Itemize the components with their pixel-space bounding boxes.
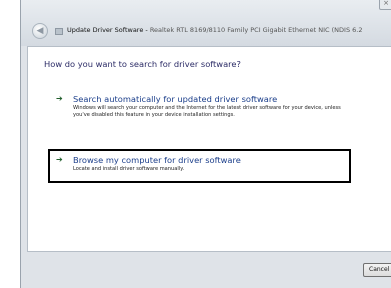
device-manager-icon — [55, 28, 63, 35]
green-arrow-icon: ➔ — [56, 155, 63, 164]
option-description: Windows will search your computer and th… — [73, 105, 341, 118]
option-title: Search automatically for updated driver … — [73, 94, 278, 104]
option-title: Browse my computer for driver software — [73, 155, 241, 165]
update-driver-dialog: ◀ Update Driver Software - Realtek RTL 8… — [20, 0, 391, 288]
option-description: Locate and install driver software manua… — [73, 166, 185, 172]
window-title-prefix: Update Driver Software - — [67, 26, 148, 34]
browse-computer-option[interactable]: ➔ Browse my computer for driver software… — [48, 149, 351, 183]
cancel-button[interactable]: Cancel — [363, 263, 391, 277]
page-heading: How do you want to search for driver sof… — [44, 59, 241, 69]
dialog-footer: Cancel — [21, 252, 391, 288]
green-arrow-icon: ➔ — [56, 94, 63, 103]
window-title-device: Realtek RTL 8169/8110 Family PCI Gigabit… — [149, 26, 363, 34]
back-button[interactable]: ◀ — [32, 23, 48, 39]
close-button[interactable]: × — [379, 0, 391, 10]
search-automatically-option[interactable]: ➔ Search automatically for updated drive… — [48, 93, 348, 133]
window-title: Update Driver Software - Realtek RTL 816… — [67, 26, 362, 34]
title-bar: ◀ Update Driver Software - Realtek RTL 8… — [21, 0, 391, 46]
content-panel: How do you want to search for driver sof… — [27, 46, 391, 252]
